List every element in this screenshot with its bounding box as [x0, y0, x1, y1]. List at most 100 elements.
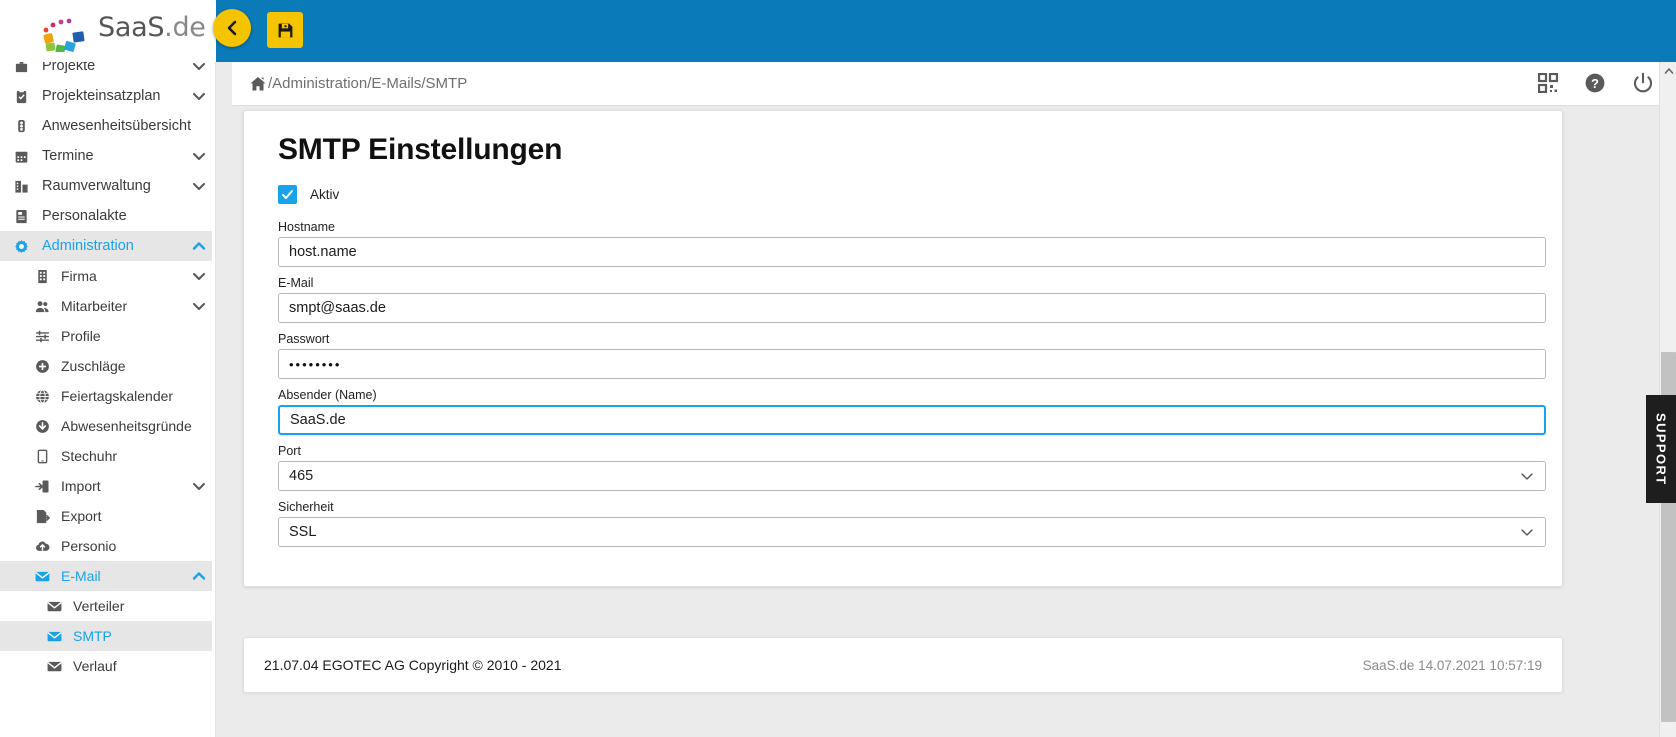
chevron-down-icon[interactable]	[186, 148, 212, 164]
brand-name-main: SaaS	[98, 12, 165, 43]
svg-text:?: ?	[1591, 76, 1599, 91]
select-port[interactable]: 465	[278, 461, 1546, 491]
sidebar-item-import[interactable]: Import	[0, 471, 212, 501]
sidebar-item-abwesenheitsgr-nde[interactable]: Abwesenheitsgründe	[0, 411, 212, 441]
help-button[interactable]: ?	[1584, 72, 1606, 94]
sidebar-item-label: SMTP	[73, 628, 112, 644]
field-e-mail: E-Mail smpt@saas.de	[278, 276, 1546, 323]
input-hostname[interactable]: host.name	[278, 237, 1546, 267]
sidebar-item-verteiler[interactable]: Verteiler	[0, 591, 212, 621]
saas-logo-icon	[43, 18, 85, 52]
brand-name-tld: .de	[164, 12, 206, 43]
select-sicherheit[interactable]: SSL	[278, 517, 1546, 547]
sidebar-item-feiertagskalender[interactable]: Feiertagskalender	[0, 381, 212, 411]
sidebar-item-label: Raumverwaltung	[42, 178, 151, 194]
tablet-icon	[32, 447, 52, 465]
cloud-upload-icon	[32, 537, 52, 555]
breadcrumb-actions: ?	[1538, 72, 1654, 94]
select-value-sicherheit: SSL	[289, 524, 317, 540]
floppy-disk-save-icon	[278, 23, 292, 37]
logout-button[interactable]	[1632, 72, 1654, 94]
field-label-e-mail: E-Mail	[278, 276, 314, 290]
scrollbar-up-button[interactable]	[1660, 62, 1676, 79]
chevron-down-icon[interactable]	[186, 62, 212, 74]
sidebar-item-smtp[interactable]: SMTP	[0, 621, 212, 651]
page-footer: 21.07.04 EGOTEC AG Copyright © 2010 - 20…	[243, 637, 1563, 693]
sidebar-item-export[interactable]: Export	[0, 501, 212, 531]
sidebar-item-administration[interactable]: Administration	[0, 231, 212, 261]
globe-icon	[32, 387, 52, 405]
brand-logo[interactable]: SaaS.de	[42, 6, 206, 56]
support-tab[interactable]: SUPPORT	[1646, 395, 1676, 503]
chevron-up-icon[interactable]	[186, 568, 212, 584]
sidebar-item-label: Personio	[61, 538, 117, 554]
field-port: Port 465	[278, 444, 1546, 491]
plus-circle-icon	[32, 357, 52, 375]
sidebar-item-label: Profile	[61, 328, 101, 344]
field-sicherheit: Sicherheit SSL	[278, 500, 1546, 547]
smtp-settings-card: SMTP Einstellungen Aktiv Hostname host.na…	[243, 110, 1563, 587]
office-building-icon	[32, 267, 52, 285]
smtp-form-fields: Hostname host.name E-Mail smpt@saas.de Passw…	[270, 220, 1546, 547]
input-passwort[interactable]: ••••••••	[278, 349, 1546, 379]
aktiv-checkbox[interactable]	[278, 185, 297, 204]
sidebar-item-projekte[interactable]: Projekte	[0, 62, 212, 81]
sidebar-item-firma[interactable]: Firma	[0, 261, 212, 291]
sidebar-item-label: Feiertagskalender	[61, 388, 174, 404]
clipboard-check-icon	[10, 87, 32, 105]
input-e-mail[interactable]: smpt@saas.de	[278, 293, 1546, 323]
sidebar-item-e-mail[interactable]: E-Mail	[0, 561, 212, 591]
content-left-gutter	[216, 62, 232, 737]
chevron-down-icon[interactable]	[186, 178, 212, 194]
file-person-icon	[10, 207, 32, 225]
sidebar-item-personio[interactable]: Personio	[0, 531, 212, 561]
sidebar-item-personalakte[interactable]: Personalakte	[0, 201, 212, 231]
sidebar-item-zuschl-ge[interactable]: Zuschläge	[0, 351, 212, 381]
sidebar-collapse-button[interactable]	[213, 9, 251, 47]
sidebar-item-label: Export	[61, 508, 102, 524]
sidebar-item-label: Projekte	[42, 62, 96, 74]
save-button[interactable]	[267, 12, 303, 48]
power-icon	[1633, 72, 1653, 93]
chevron-down-icon	[1519, 468, 1535, 484]
chevron-down-icon	[1519, 524, 1535, 540]
check-icon	[282, 190, 293, 199]
chevron-down-icon[interactable]	[186, 268, 212, 284]
input-absender-name[interactable]: SaaS.de	[278, 405, 1546, 435]
traffic-light-icon	[10, 117, 32, 135]
chevron-down-icon[interactable]	[186, 478, 212, 494]
select-value-port: 465	[289, 468, 314, 484]
sidebar-item-profile[interactable]: Profile	[0, 321, 212, 351]
sidebar-item-verlauf[interactable]: Verlauf	[0, 651, 212, 681]
chevron-up-icon	[1664, 67, 1673, 74]
support-tab-label: SUPPORT	[1653, 412, 1669, 486]
chevron-down-icon[interactable]	[186, 298, 212, 314]
footer-copyright: 21.07.04 EGOTEC AG Copyright © 2010 - 20…	[264, 657, 562, 673]
qr-code-button[interactable]	[1538, 73, 1558, 93]
sidebar-item-termine[interactable]: Termine	[0, 141, 212, 171]
sidebar-item-mitarbeiter[interactable]: Mitarbeiter	[0, 291, 212, 321]
page-title: SMTP Einstellungen	[278, 133, 563, 166]
calendar-icon	[10, 147, 32, 165]
help-circle-icon: ?	[1585, 73, 1605, 93]
chevron-down-icon[interactable]	[186, 88, 212, 104]
import-icon	[32, 477, 52, 495]
envelope-icon	[44, 627, 64, 645]
sidebar-item-anwesenheits-bersicht[interactable]: Anwesenheitsübersicht	[0, 111, 212, 141]
building-icon	[10, 177, 32, 195]
breadcrumb[interactable]: /Administration/E-Mails/SMTP	[249, 75, 467, 93]
home-icon[interactable]	[249, 75, 267, 93]
breadcrumb-bar: /Administration/E-Mails/SMTP ?	[232, 62, 1676, 106]
logo-panel: SaaS.de	[0, 0, 216, 62]
footer-timestamp: SaaS.de 14.07.2021 10:57:19	[1362, 657, 1542, 673]
briefcase-icon	[10, 62, 32, 75]
envelope-icon	[44, 657, 64, 675]
sidebar-item-stechuhr[interactable]: Stechuhr	[0, 441, 212, 471]
sidebar-item-projekteinsatzplan[interactable]: Projekteinsatzplan	[0, 81, 212, 111]
aktiv-checkbox-row: Aktiv	[278, 185, 1536, 204]
sidebar-item-label: Mitarbeiter	[61, 298, 128, 314]
sidebar-item-raumverwaltung[interactable]: Raumverwaltung	[0, 171, 212, 201]
field-label-port: Port	[278, 444, 301, 458]
chevron-up-icon[interactable]	[186, 238, 212, 254]
breadcrumb-path: /Administration/E-Mails/SMTP	[268, 75, 468, 92]
